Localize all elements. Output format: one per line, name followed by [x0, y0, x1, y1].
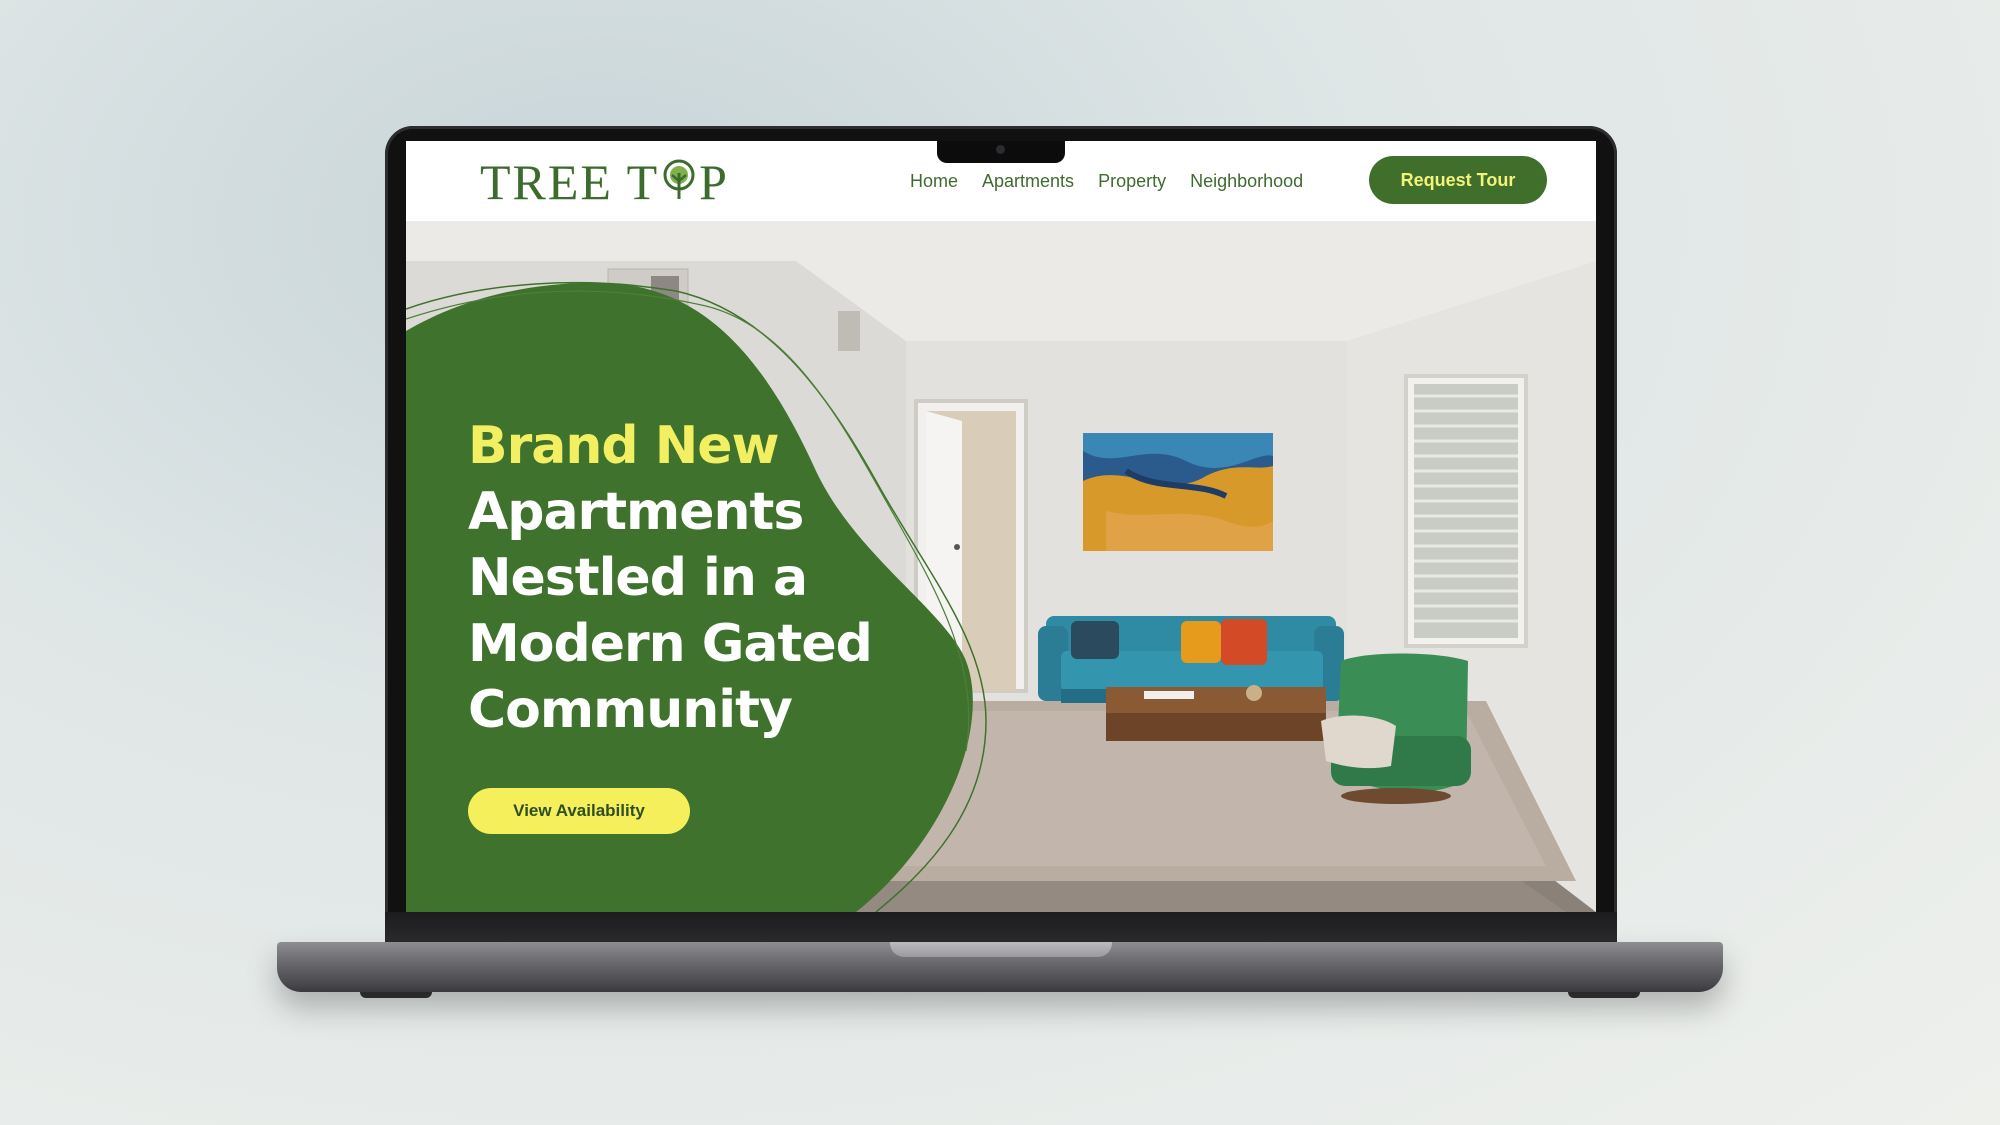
headline-line-4: Community — [468, 680, 793, 740]
laptop-thumb-notch — [890, 942, 1112, 957]
headline-line-2: Nestled in a — [468, 548, 808, 608]
main-nav: Home Apartments Property Neighborhood — [910, 169, 1327, 193]
site-logo[interactable]: TREE T P — [480, 155, 729, 209]
headline-accent: Brand New — [468, 416, 780, 476]
laptop-screen: TREE T P Home Apartments Property Neighb… — [406, 141, 1596, 912]
device-mockup-scene: TREE T P Home Apartments Property Neighb… — [0, 0, 2000, 1125]
nav-neighborhood[interactable]: Neighborhood — [1190, 169, 1303, 193]
view-availability-button[interactable]: View Availability — [468, 788, 690, 834]
headline-line-1: Apartments — [468, 482, 804, 542]
nav-property[interactable]: Property — [1098, 169, 1166, 193]
logo-text-left: TREE T — [480, 154, 660, 210]
nav-apartments[interactable]: Apartments — [982, 169, 1074, 193]
laptop-foot-left — [360, 992, 432, 998]
camera-icon — [996, 145, 1005, 154]
laptop-hinge — [385, 912, 1617, 942]
request-tour-button[interactable]: Request Tour — [1369, 156, 1547, 204]
hero-headline: Brand New Apartments Nestled in a Modern… — [468, 413, 888, 743]
headline-line-3: Modern Gated — [468, 614, 873, 674]
nav-home[interactable]: Home — [910, 169, 958, 193]
laptop-foot-right — [1568, 992, 1640, 998]
hero-section: Brand New Apartments Nestled in a Modern… — [406, 221, 1596, 912]
tree-icon — [661, 157, 697, 211]
logo-text-right: P — [699, 154, 729, 210]
